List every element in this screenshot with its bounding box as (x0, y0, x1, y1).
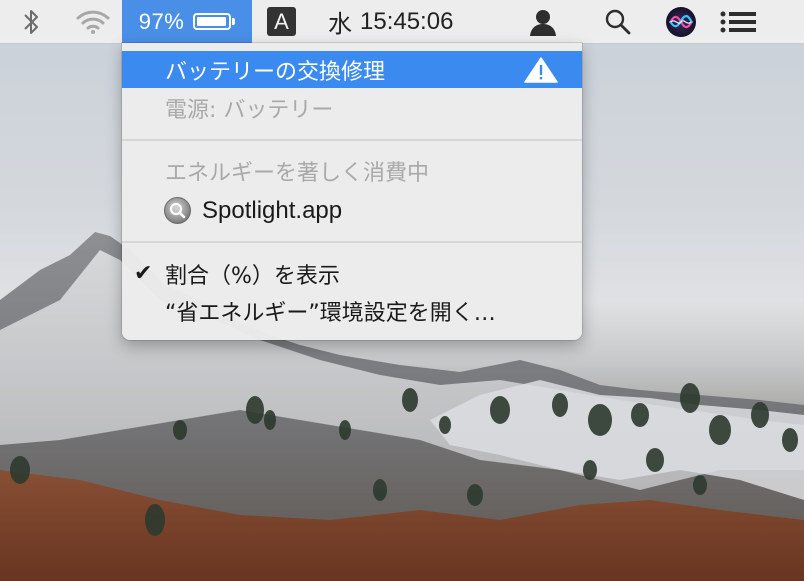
siri-menu-extra[interactable] (664, 0, 698, 43)
menu-item-show-percentage[interactable]: ✔ 割合（%）を表示 (122, 255, 582, 292)
menu-item-open-energy-saver[interactable]: “省エネルギー”環境設定を開く… (122, 292, 582, 329)
menu-separator (122, 241, 582, 243)
battery-menu-extra[interactable]: 97% (122, 0, 252, 43)
menu-item-battery-service[interactable]: バッテリーの交換修理 (122, 51, 582, 88)
menu-item-label: バッテリーの交換修理 (165, 59, 386, 85)
energy-header-label: エネルギーを著しく消費中 (165, 160, 430, 186)
power-source-label: 電源: バッテリー (165, 97, 334, 123)
user-icon (530, 9, 556, 36)
bluetooth-menu-extra[interactable] (18, 0, 44, 43)
menu-item-app-spotlight[interactable]: Spotlight.app (122, 192, 582, 229)
menu-item-label: 割合（%）を表示 (165, 263, 340, 289)
clock-menu-extra[interactable]: 水 15:45:06 (328, 0, 453, 43)
checkmark-icon: ✔ (134, 261, 153, 286)
siri-icon (666, 6, 696, 37)
menu-header-energy-usage: エネルギーを著しく消費中 (122, 152, 582, 189)
battery-percentage: 97% (138, 8, 185, 34)
battery-dropdown-menu: バッテリーの交換修理 電源: バッテリー エネルギーを著しく消費中 Spotli… (122, 43, 582, 340)
battery-tip (232, 18, 236, 25)
spotlight-app-icon (164, 197, 191, 224)
user-menu-extra[interactable] (527, 0, 559, 43)
menu-item-power-source: 電源: バッテリー (122, 89, 582, 126)
menu-item-label: “省エネルギー”環境設定を開く… (165, 300, 496, 326)
menu-bar: 97% A 水 15:45:06 (0, 0, 804, 44)
wifi-icon (76, 10, 110, 34)
battery-icon (193, 13, 232, 30)
input-source-menu-extra[interactable]: A (266, 0, 297, 43)
clock-day: 水 (328, 10, 352, 38)
battery-level-fill (197, 17, 227, 26)
wifi-menu-extra[interactable] (74, 0, 112, 43)
app-name: Spotlight.app (202, 196, 343, 224)
bluetooth-icon (24, 9, 38, 34)
input-source-indicator: A (267, 7, 296, 36)
desktop: 97% A 水 15:45:06 バッテリーの交換修理 電源: バッテリー エネ… (0, 0, 804, 581)
spotlight-menu-extra[interactable] (602, 0, 634, 43)
menu-separator (122, 139, 582, 141)
notification-center-menu-extra[interactable] (718, 0, 758, 43)
spotlight-search-icon (605, 9, 631, 34)
notification-center-icon (720, 11, 756, 32)
warning-icon (524, 57, 558, 83)
clock-time: 15:45:06 (360, 7, 454, 35)
